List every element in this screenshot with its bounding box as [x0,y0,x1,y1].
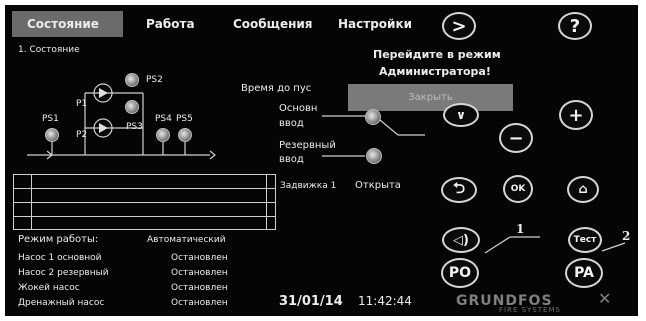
status-table [13,174,276,230]
main-input-label-1: Основн [279,103,318,114]
pa-button[interactable]: PA [565,258,603,288]
reserve-input-label-2: ввод [279,154,304,165]
jockey-pump-name: Жокей насос [18,283,80,293]
callout-1: 1 [516,222,525,236]
chevron-down-icon: ∨ [456,108,466,122]
main-input-indicator [365,109,381,125]
callout-2: 2 [622,229,631,243]
sensor-ps4 [156,128,170,142]
sensor-ps2 [125,73,139,87]
test-label: Тест [573,235,597,245]
valve-label: Задвижка 1 [280,181,337,191]
close-button[interactable]: Закрыть [348,84,513,111]
pump2-name: Насос 2 резервный [18,268,109,278]
pump2-symbol [99,123,108,133]
label-p1: P1 [76,99,88,109]
pump2-status: Остановлен [171,268,228,278]
sensor-ps3 [125,100,139,114]
time-display: 11:42:44 [358,294,412,308]
label-ps3: PS3 [126,122,143,132]
close-button-label: Закрыть [408,92,453,103]
plus-icon: + [568,104,584,126]
home-icon: ⌂ [578,182,588,197]
control-panel-screen: Состояние Работа Сообщения Настройки > ?… [5,5,638,316]
pump1-name: Насос 1 основной [18,253,102,263]
po-button[interactable]: PO [441,258,479,288]
pa-label: PA [574,265,594,281]
mode-value: Автоматический [147,235,226,245]
brand-x-icon: ✕ [598,289,612,308]
reserve-input-indicator [366,148,382,164]
sensor-ps1 [45,128,59,142]
ok-button[interactable]: OK [503,175,533,203]
drain-pump-name: Дренажный насос [18,298,105,308]
label-ps1: PS1 [42,114,59,124]
label-ps5: PS5 [176,114,193,124]
sound-button[interactable]: ◁) [442,227,480,253]
home-button[interactable]: ⌂ [567,176,599,203]
return-icon: ⮌ [452,178,465,197]
sensor-ps5 [178,128,192,142]
speaker-icon: ◁) [453,232,469,248]
label-ps4: PS4 [155,114,172,124]
pump1-symbol [99,88,108,98]
minus-button[interactable]: − [499,123,533,153]
mode-label: Режим работы: [18,234,99,245]
pump1-status: Остановлен [171,253,228,263]
test-button[interactable]: Тест [568,227,602,253]
start-time-label: Время до пус [241,83,312,94]
ok-label: OK [510,184,526,194]
minus-icon: − [508,127,524,149]
brand-subtitle: FIRE SYSTEMS [499,306,561,314]
drain-pump-status: Остановлен [171,298,228,308]
jockey-pump-status: Остановлен [171,283,228,293]
admin-prompt-line2: Администратора! [379,65,491,78]
down-button[interactable]: ∨ [443,103,479,127]
label-p2: P2 [76,130,88,140]
plus-button[interactable]: + [559,100,593,130]
back-button[interactable]: ⮌ [441,177,477,203]
main-input-label-2: ввод [279,118,304,129]
po-label: PO [448,265,472,281]
date-display: 31/01/14 [279,294,343,309]
valve-status: Открыта [355,180,401,191]
label-ps2: PS2 [146,75,163,85]
reserve-input-label-1: Резервный [279,140,336,151]
admin-prompt-line1: Перейдите в режим [373,48,501,61]
